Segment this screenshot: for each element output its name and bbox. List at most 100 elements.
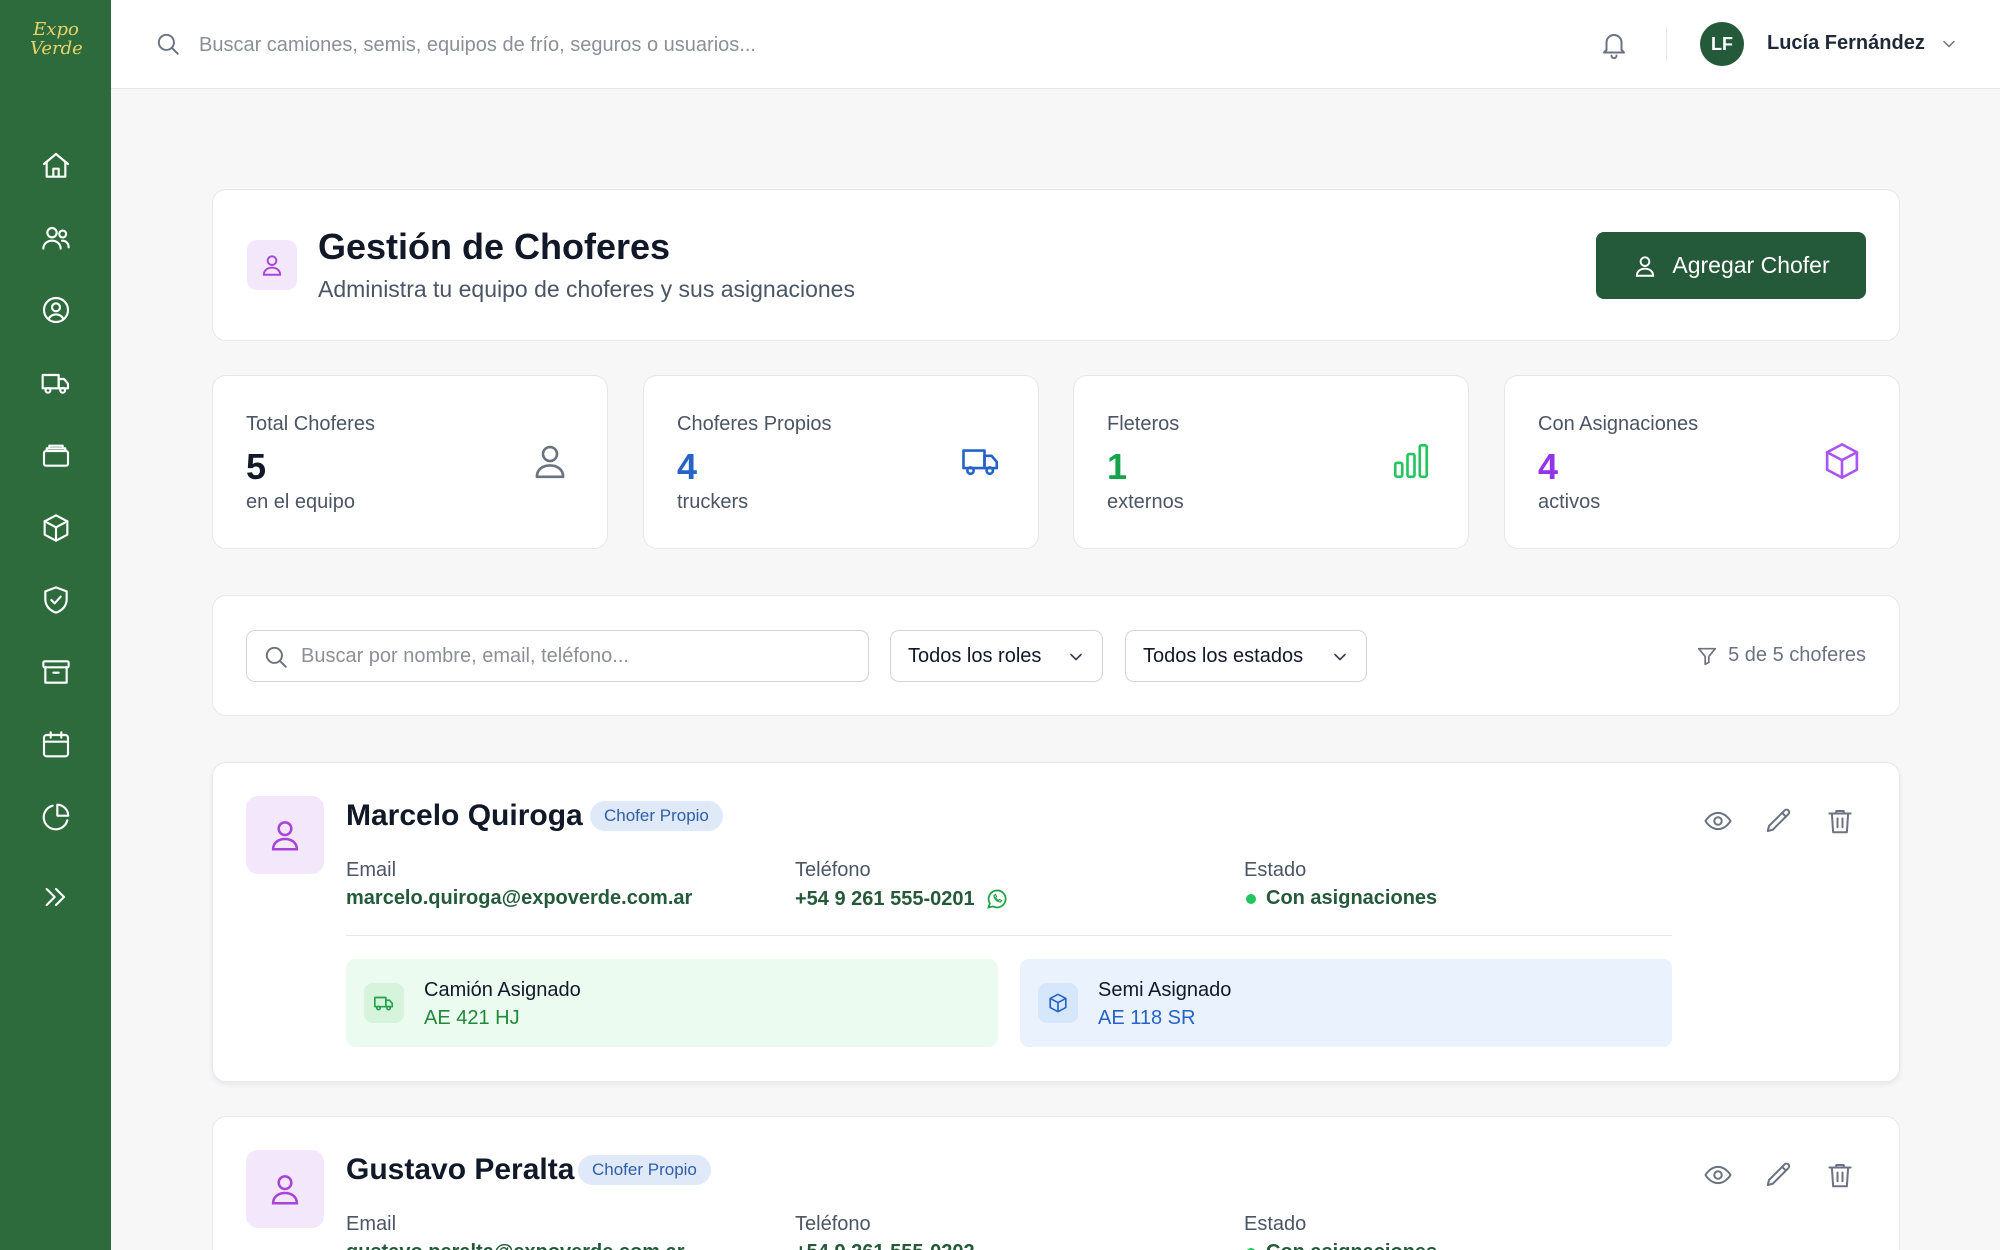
sidebar-item-home[interactable] xyxy=(36,146,76,186)
stat-card-freight: Fleteros 1 externos xyxy=(1073,375,1469,549)
layers-icon xyxy=(42,444,70,467)
status-dot xyxy=(1246,893,1256,904)
view-icon[interactable] xyxy=(1703,806,1733,836)
status-value: Con asignaciones xyxy=(1246,1241,1437,1250)
email-text: marcelo.quiroga@expoverde.com.ar xyxy=(346,887,693,909)
assigned-semi[interactable]: Semi Asignado AE 118 SR xyxy=(1020,959,1672,1047)
view-icon[interactable] xyxy=(1703,1160,1733,1190)
phone-value[interactable]: +54 9 261 555-0201 xyxy=(795,887,1009,911)
filter-icon xyxy=(1698,647,1717,665)
stat-card-total: Total Choferes 5 en el equipo xyxy=(212,375,608,549)
search-icon xyxy=(155,31,181,57)
sidebar-item-users[interactable] xyxy=(36,218,76,258)
status-select[interactable]: Todos los estados xyxy=(1125,630,1367,682)
stat-value: 1 xyxy=(1107,446,1128,487)
phone-text: +54 9 261 555-0202 xyxy=(795,1241,975,1250)
role-badge: Chofer Propio xyxy=(578,1155,711,1185)
driver-search-field[interactable] xyxy=(246,630,869,682)
sidebar-item-insurance[interactable] xyxy=(36,580,76,620)
stat-value: 5 xyxy=(246,446,267,487)
status-select-value: Todos los estados xyxy=(1143,644,1304,667)
role-select-value: Todos los roles xyxy=(908,644,1042,667)
driver-search-input[interactable] xyxy=(301,639,851,673)
shield-check-icon xyxy=(44,586,68,614)
delete-icon[interactable] xyxy=(1825,806,1855,836)
truck-icon xyxy=(364,983,404,1023)
assigned-semi-label: Semi Asignado xyxy=(1098,979,1232,1001)
add-driver-button[interactable]: Agregar Chofer xyxy=(1596,232,1866,299)
chevron-down-icon xyxy=(1330,647,1350,667)
phone-value[interactable]: +54 9 261 555-0202 xyxy=(795,1241,975,1250)
page-subtitle: Administra tu equipo de choferes y sus a… xyxy=(318,276,855,302)
edit-icon[interactable] xyxy=(1764,806,1794,836)
stat-value: 4 xyxy=(677,446,698,487)
assigned-semi-plate: AE 118 SR xyxy=(1098,1007,1196,1029)
user-plus-icon xyxy=(1636,255,1655,277)
chevrons-right-icon xyxy=(45,887,66,907)
truck-icon xyxy=(960,440,1002,482)
sidebar-item-boxes[interactable] xyxy=(36,508,76,548)
user-icon xyxy=(529,440,571,482)
sidebar-item-calendar[interactable] xyxy=(36,725,76,765)
email-value[interactable]: gustavo.peralta@expoverde.com.ar xyxy=(346,1241,685,1250)
stat-card-assigned: Con Asignaciones 4 activos xyxy=(1504,375,1900,549)
stat-sub: externos xyxy=(1107,491,1184,513)
logo-text-top: Expo xyxy=(33,19,79,40)
email-label: Email xyxy=(346,859,397,881)
pie-chart-icon xyxy=(42,803,70,831)
status-text: Con asignaciones xyxy=(1266,1241,1437,1250)
topbar-divider xyxy=(1666,26,1667,62)
sidebar: Expo Verde xyxy=(0,0,111,1250)
stat-label: Con Asignaciones xyxy=(1538,413,1699,435)
chevron-down-icon[interactable] xyxy=(1939,34,1959,54)
status-label: Estado xyxy=(1244,859,1307,881)
users-icon xyxy=(42,226,70,250)
stat-sub: en el equipo xyxy=(246,491,355,513)
phone-label: Teléfono xyxy=(795,1213,871,1235)
phone-label: Teléfono xyxy=(795,859,871,881)
add-driver-label: Agregar Chofer xyxy=(1672,252,1830,278)
driver-card: Marcelo Quiroga Chofer Propio Email marc… xyxy=(212,762,1900,1082)
status-label: Estado xyxy=(1244,1213,1307,1235)
stat-value: 4 xyxy=(1538,446,1559,487)
driver-avatar xyxy=(246,1150,324,1228)
notifications-bell-icon[interactable] xyxy=(1599,30,1629,60)
status-text: Con asignaciones xyxy=(1266,887,1438,909)
status-value: Con asignaciones xyxy=(1246,887,1437,910)
logo-text-bottom: Verde xyxy=(30,38,83,59)
assigned-truck[interactable]: Camión Asignado AE 421 HJ xyxy=(346,959,998,1047)
archive-icon xyxy=(42,660,70,684)
driver-name[interactable]: Marcelo Quiroga xyxy=(346,799,583,833)
filter-bar: Todos los roles Todos los estados 5 de 5… xyxy=(212,595,1900,716)
email-label: Email xyxy=(346,1213,397,1235)
role-select[interactable]: Todos los roles xyxy=(890,630,1103,682)
user-name[interactable]: Lucía Fernández xyxy=(1767,32,1925,55)
result-count: 5 de 5 choferes xyxy=(1696,644,1866,667)
sidebar-item-trucks[interactable] xyxy=(36,363,76,403)
sidebar-expand-button[interactable] xyxy=(36,877,76,917)
phone-text: +54 9 261 555-0201 xyxy=(795,887,975,910)
app-logo[interactable]: Expo Verde xyxy=(30,19,83,64)
stat-sub: truckers xyxy=(677,491,749,513)
email-value[interactable]: marcelo.quiroga@expoverde.com.ar xyxy=(346,887,692,910)
sidebar-item-reports[interactable] xyxy=(36,797,76,837)
role-badge: Chofer Propio xyxy=(590,801,723,831)
whatsapp-icon[interactable] xyxy=(985,887,1009,911)
sidebar-item-archive[interactable] xyxy=(36,652,76,692)
sidebar-item-layers[interactable] xyxy=(36,435,76,475)
stat-label: Total Choferes xyxy=(246,413,375,435)
result-count-text: 5 de 5 choferes xyxy=(1728,644,1866,666)
truck-icon xyxy=(41,373,70,394)
user-avatar[interactable]: LF xyxy=(1700,22,1744,66)
stat-sub: activos xyxy=(1538,491,1601,513)
delete-icon[interactable] xyxy=(1825,1160,1855,1190)
sidebar-item-profile[interactable] xyxy=(36,290,76,330)
user-circle-icon xyxy=(42,296,70,324)
global-search-input[interactable] xyxy=(199,27,899,63)
driver-name[interactable]: Gustavo Peralta xyxy=(346,1153,574,1187)
box-icon xyxy=(1038,983,1078,1023)
driver-avatar xyxy=(246,796,324,874)
chevron-down-icon xyxy=(1066,647,1086,667)
email-text: gustavo.peralta@expoverde.com.ar xyxy=(346,1241,685,1250)
edit-icon[interactable] xyxy=(1764,1160,1794,1190)
